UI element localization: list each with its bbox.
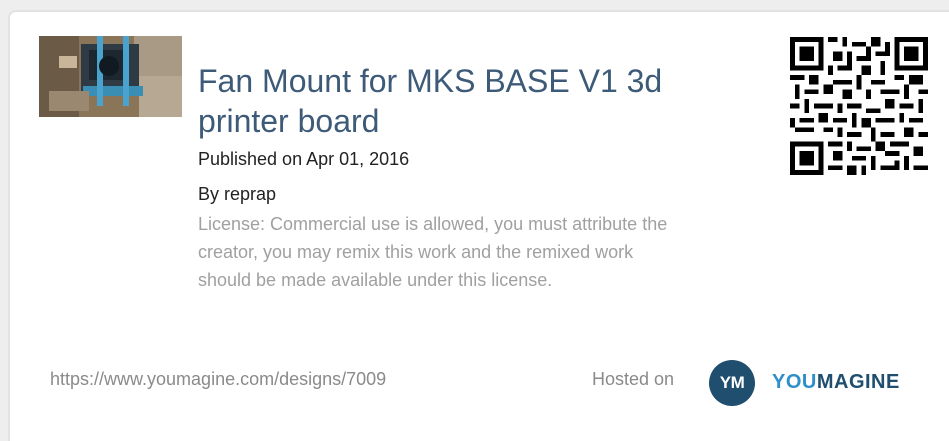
youmagine-wordmark[interactable]: YOUMAGINE (772, 371, 900, 394)
thumbnail-image (39, 36, 182, 117)
qr-code (790, 37, 928, 175)
design-thumbnail[interactable] (39, 36, 182, 117)
published-date: Published on Apr 01, 2016 (198, 149, 410, 169)
hosted-on-label: Hosted on (592, 369, 675, 389)
youmagine-logo-icon[interactable]: YM (709, 360, 755, 406)
author-byline: By reprap (198, 184, 277, 204)
design-card: Fan Mount for MKS BASE V1 3d printer boa… (8, 10, 949, 441)
design-title[interactable]: Fan Mount for MKS BASE V1 3d printer boa… (198, 61, 718, 141)
wordmark-magine: MAGINE (816, 371, 900, 393)
design-url-link[interactable]: https://www.youmagine.com/designs/7009 (50, 369, 386, 390)
wordmark-you: YOU (772, 371, 817, 393)
license-text: License: Commercial use is allowed, you … (198, 214, 668, 290)
